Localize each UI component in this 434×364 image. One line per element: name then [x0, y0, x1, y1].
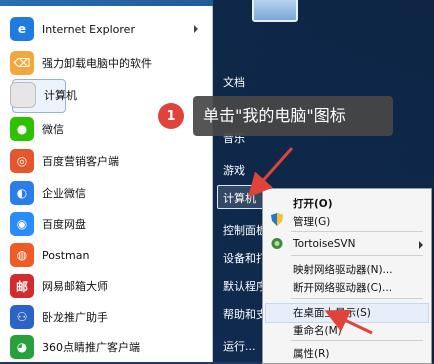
arrow-to-show-on-desktop-icon — [324, 309, 373, 335]
arrow-to-computer-icon — [248, 147, 294, 198]
annotation-arrows — [248, 147, 373, 335]
